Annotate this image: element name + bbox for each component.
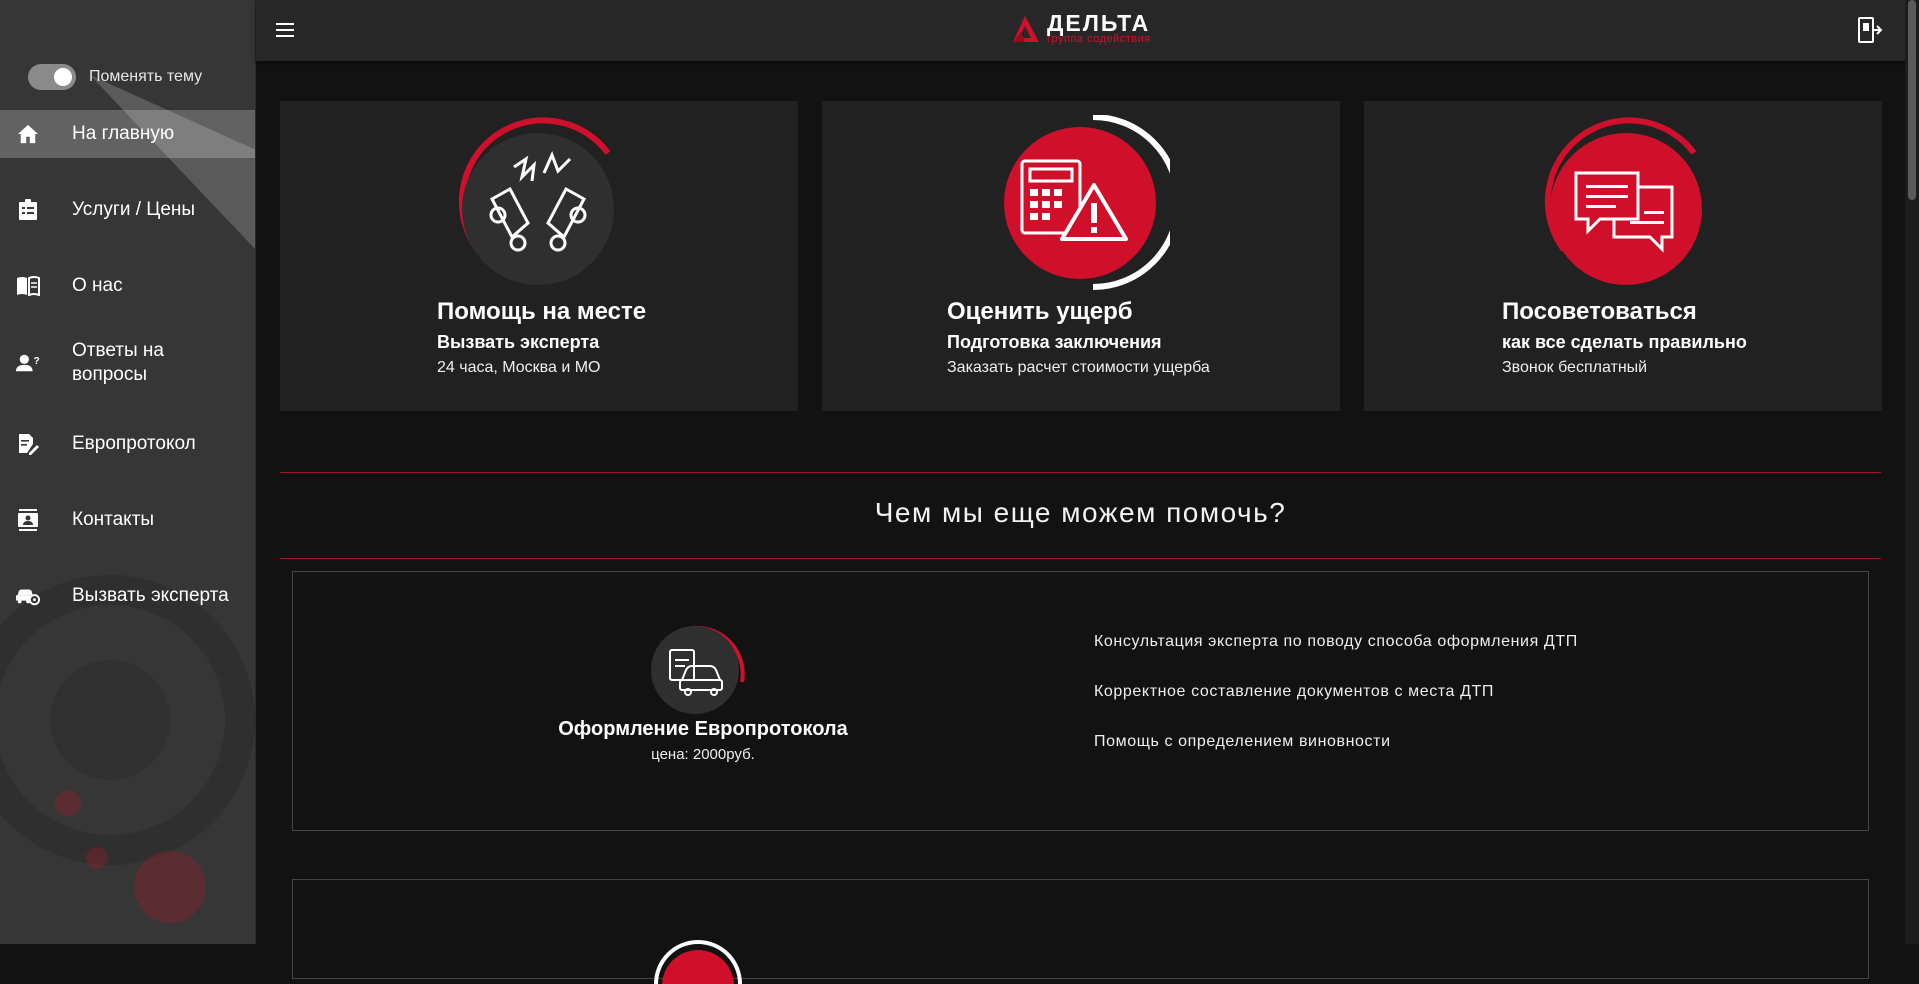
- chat-bubbles-icon: [1544, 117, 1702, 285]
- card-damage-estimate[interactable]: Оценить ущерб Подготовка заключения Зака…: [822, 101, 1340, 411]
- theme-switch[interactable]: [28, 64, 76, 90]
- car-settings-icon: [16, 584, 40, 608]
- clipboard-list-icon: [16, 198, 40, 222]
- feature-item: Консультация эксперта по поводу способа …: [1094, 633, 1578, 650]
- card-description: 24 часа, Москва и МО: [437, 359, 601, 376]
- car-document-icon: [651, 626, 745, 714]
- sidebar-item-home[interactable]: На главную: [0, 110, 255, 158]
- sidebar-item-faq[interactable]: ? Ответы на вопросы: [0, 328, 255, 398]
- logo-name: ДЕЛЬТА: [1047, 10, 1151, 36]
- card-subtitle: как все сделать правильно: [1502, 332, 1747, 352]
- scrollbar[interactable]: [1905, 0, 1919, 944]
- sidebar-item-call-expert[interactable]: Вызвать эксперта: [0, 572, 255, 620]
- top-app-bar: ДЕЛЬТА группа содействия: [256, 0, 1905, 61]
- sidebar-item-label: Контакты: [72, 509, 155, 530]
- card-subtitle: Подготовка заключения: [947, 332, 1162, 352]
- feature-item: Корректное составление документов с мест…: [1094, 683, 1495, 700]
- card-consultation[interactable]: Посоветоваться как все сделать правильно…: [1364, 101, 1882, 411]
- service-name: Оформление Европротокола: [558, 718, 848, 740]
- theme-toggle-label: Поменять тему: [89, 68, 203, 85]
- sidebar-item-label: О нас: [72, 275, 123, 296]
- service-next[interactable]: [292, 879, 1869, 984]
- card-title: Оценить ущерб: [947, 298, 1133, 325]
- main-content: Помощь на месте Вызвать эксперта 24 часа…: [256, 61, 1905, 984]
- calculator-warning-icon: [1004, 115, 1170, 290]
- sidebar-item-services[interactable]: Услуги / Цены: [0, 186, 255, 234]
- card-subtitle: Вызвать эксперта: [437, 332, 600, 352]
- sidebar-nav: На главную Услуги / Цены О нас ? Ответы …: [0, 110, 255, 648]
- section-divider-top: [280, 472, 1881, 473]
- scrollbar-thumb[interactable]: [1908, 0, 1916, 200]
- car-crash-icon: [458, 117, 614, 285]
- service-price: цена: 2000руб.: [651, 746, 755, 763]
- logo-subtitle: группа содействия: [1047, 33, 1151, 45]
- sidebar-item-label: Ответы на вопросы: [72, 340, 164, 385]
- delta-logo-icon: [1013, 15, 1039, 42]
- theme-toggle[interactable]: Поменять тему: [28, 64, 202, 90]
- sidebar-item-europrotocol[interactable]: Европротокол: [0, 420, 255, 468]
- card-description: Звонок бесплатный: [1502, 359, 1648, 376]
- menu-icon[interactable]: [272, 17, 298, 43]
- sidebar-item-label: Вызвать эксперта: [72, 585, 229, 606]
- sidebar-item-label: Услуги / Цены: [72, 199, 196, 220]
- feature-cards: Помощь на месте Вызвать эксперта 24 часа…: [280, 101, 1882, 411]
- section-title: Чем мы еще можем помочь?: [874, 497, 1287, 528]
- feature-item: Помощь с определением виновности: [1094, 733, 1391, 750]
- exit-icon[interactable]: [1857, 16, 1883, 44]
- card-description: Заказать расчет стоимости ущерба: [947, 359, 1210, 376]
- sidebar-item-label: Европротокол: [72, 433, 196, 454]
- card-title: Посоветоваться: [1502, 298, 1697, 325]
- person-question-icon: ?: [16, 351, 40, 375]
- card-title: Помощь на месте: [437, 298, 647, 325]
- sidebar-item-label: На главную: [72, 123, 175, 144]
- sidebar-item-about[interactable]: О нас: [0, 262, 255, 310]
- contact-card-icon: [16, 508, 40, 532]
- book-icon: [16, 274, 40, 298]
- sidebar: Поменять тему На главную Услуги / Цены О…: [0, 0, 256, 944]
- document-edit-icon: [16, 432, 40, 456]
- logo[interactable]: ДЕЛЬТА группа содействия: [1011, 12, 1151, 45]
- card-help-on-site[interactable]: Помощь на месте Вызвать эксперта 24 часа…: [280, 101, 798, 411]
- sidebar-item-contacts[interactable]: Контакты: [0, 496, 255, 544]
- service-europrotocol[interactable]: Оформление Европротокола цена: 2000руб. …: [292, 571, 1869, 831]
- section-divider-bottom: [280, 558, 1881, 559]
- service-features: Консультация эксперта по поводу способа …: [1094, 632, 1578, 782]
- svg-text:?: ?: [34, 356, 40, 367]
- service-icon: [654, 940, 742, 984]
- home-icon: [16, 122, 40, 146]
